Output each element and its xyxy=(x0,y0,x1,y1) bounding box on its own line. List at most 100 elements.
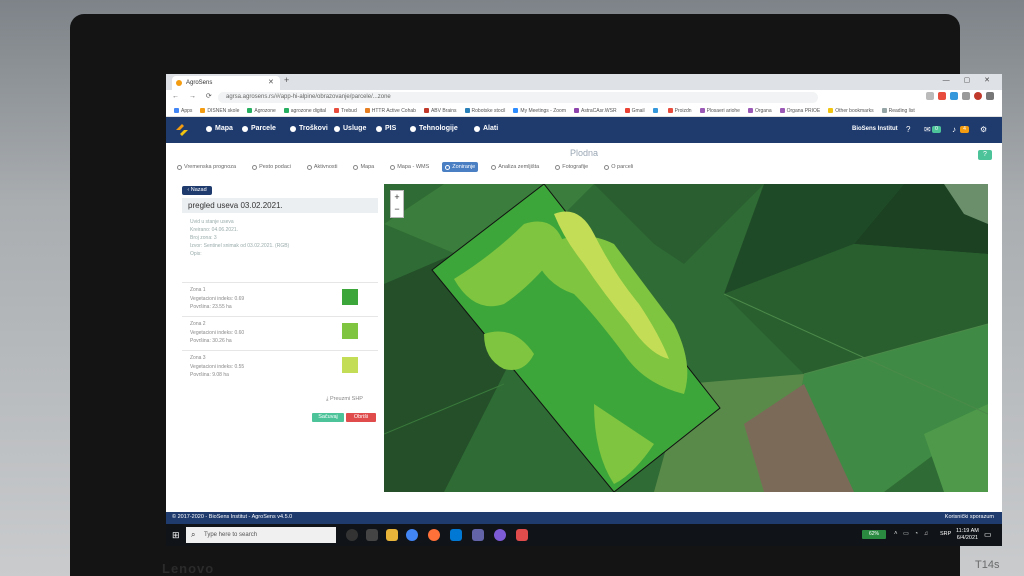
nav-item-alati[interactable]: Alati xyxy=(474,125,498,132)
tab-activities[interactable]: Aktivnosti xyxy=(304,162,341,172)
map-canvas[interactable] xyxy=(384,184,988,492)
url-input[interactable]: agrsa.agrosens.rs/#/app-hi-alpine/obrazo… xyxy=(218,92,818,103)
screen: AgroSens ✕ + — ▢ ✕ ← → ⟳ agrsa.agrosens.… xyxy=(166,74,1002,546)
globe-icon xyxy=(206,125,212,132)
zoom-in-button[interactable]: + xyxy=(391,191,403,203)
bookmark-item[interactable]: My Meetings - Zoom xyxy=(513,108,566,114)
info-line: Kreirano: 04.06.2021. xyxy=(190,227,239,233)
tab-about-parcel[interactable]: O parceli xyxy=(601,162,636,172)
bookmarks-bar: Apps DISNEN skole Agrozone agrozone digi… xyxy=(166,105,1002,117)
organization-name[interactable]: BioSens Institut xyxy=(852,126,898,132)
bookmark-item[interactable]: Organa xyxy=(747,108,772,114)
tab-photos[interactable]: Fotografije xyxy=(552,162,591,172)
bookmark-item[interactable]: HTTR Active Cohab xyxy=(364,108,416,114)
tab-weather[interactable]: Vremenska prognoza xyxy=(174,162,239,172)
tab-close-icon[interactable]: ✕ xyxy=(268,76,274,90)
page-title: Plodna xyxy=(569,148,599,158)
nav-item-pis[interactable]: PIS xyxy=(376,125,396,132)
nav-item-mapa[interactable]: Mapa xyxy=(206,125,233,132)
zone-color-swatch[interactable] xyxy=(342,357,358,373)
chrome-icon[interactable] xyxy=(406,529,418,541)
zone-item[interactable]: Zona 1 Vegetacioni indeks: 0.69 Površina… xyxy=(182,282,378,317)
bell-icon[interactable]: ♪ xyxy=(952,125,956,134)
flask-icon xyxy=(410,125,416,132)
tab-pesto[interactable]: Pesto podaci xyxy=(249,162,294,172)
task-view-icon[interactable] xyxy=(366,529,378,541)
zone-color-swatch[interactable] xyxy=(342,323,358,339)
new-tab-icon[interactable]: + xyxy=(284,75,289,85)
extension-icon[interactable] xyxy=(962,92,970,100)
bookmark-item[interactable]: AstraCAsr.WSR xyxy=(574,108,617,114)
export-shp-link[interactable]: ⤓ Preuzmi SHP xyxy=(326,396,363,403)
zone-item[interactable]: Zona 2 Vegetacioni indeks: 0.60 Površina… xyxy=(182,316,378,351)
zone-item[interactable]: Zona 3 Vegetacioni indeks: 0.55 Površina… xyxy=(182,350,378,385)
taskbar-search-input[interactable]: ⌕ Type here to search xyxy=(186,527,336,543)
bookmark-item[interactable]: DISNEN skole xyxy=(200,108,239,114)
nav-item-troskovi[interactable]: Troškovi xyxy=(290,125,328,132)
cloud-icon xyxy=(177,164,182,170)
clock-date: 6/4/2021 xyxy=(956,535,979,541)
help-icon[interactable]: ? xyxy=(906,125,910,134)
bookmark-item[interactable]: Other bookmarks xyxy=(828,108,874,114)
nav-buttons[interactable]: ← → ⟳ xyxy=(172,92,216,100)
copyright-text: © 2017-2020 - BioSens Institut - AgroSen… xyxy=(172,514,293,520)
messenger-icon[interactable] xyxy=(516,529,528,541)
back-button[interactable]: ‹ Nazad xyxy=(182,186,212,195)
gear-icon[interactable]: ⚙ xyxy=(980,125,987,134)
bookmark-item[interactable]: Trebud xyxy=(334,108,357,114)
bookmark-item[interactable]: Organa PRIOE xyxy=(779,108,820,114)
tab-map[interactable]: Mapa xyxy=(350,162,377,172)
tab-zoning[interactable]: Zoniranje xyxy=(442,162,479,172)
tools-icon xyxy=(474,125,480,132)
device-brand-logo: Lenovo xyxy=(162,561,215,576)
bookmark-item[interactable]: Gmail xyxy=(624,108,645,114)
zone-color-swatch[interactable] xyxy=(342,289,358,305)
windows-start-icon[interactable]: ⊞ xyxy=(172,530,180,541)
bookmark-item[interactable]: Robotske stocil xyxy=(464,108,505,114)
zone-index: Vegetacioni indeks: 0.60 xyxy=(190,330,245,336)
bookmark-item[interactable]: Apps xyxy=(174,108,192,114)
bookmark-item[interactable] xyxy=(652,108,660,113)
bookmark-item[interactable]: Plosaeri ariohe xyxy=(699,108,740,114)
browser-tab[interactable]: AgroSens ✕ xyxy=(172,76,280,90)
star-icon[interactable] xyxy=(926,92,934,100)
tab-soil-analysis[interactable]: Analiza zemljišta xyxy=(488,162,542,172)
teams-icon[interactable] xyxy=(472,529,484,541)
bookmark-item[interactable]: Reading list xyxy=(881,108,915,114)
taskbar-clock[interactable]: 11:19 AM 6/4/2021 xyxy=(956,528,979,542)
extension-icon[interactable] xyxy=(938,92,946,100)
firefox-icon[interactable] xyxy=(428,529,440,541)
satellite-map[interactable]: + − xyxy=(384,184,988,492)
bookmark-item[interactable]: Agrozone xyxy=(247,108,276,114)
bookmark-item[interactable]: ABV Brains xyxy=(423,108,457,114)
zoom-control[interactable]: + − xyxy=(390,190,404,218)
nav-item-usluge[interactable]: Usluge xyxy=(334,125,366,132)
zone-index: Vegetacioni indeks: 0.69 xyxy=(190,296,245,302)
bookmark-item[interactable]: Proizdn xyxy=(667,108,692,114)
zone-name: Zona 1 xyxy=(190,287,206,293)
search-icon: ⌕ xyxy=(191,530,196,539)
save-button[interactable]: Sačuvaj xyxy=(312,413,344,422)
system-tray-icons[interactable]: ˄ ▭ ◔ ♫ xyxy=(894,530,930,537)
battery-indicator[interactable]: 62% xyxy=(862,530,886,539)
viber-icon[interactable] xyxy=(494,529,506,541)
outlook-icon[interactable] xyxy=(450,529,462,541)
delete-button[interactable]: Obriši xyxy=(346,413,376,422)
cortana-icon[interactable] xyxy=(346,529,358,541)
chat-icon[interactable]: ✉ xyxy=(924,125,931,134)
terms-link[interactable]: Korisnički sporazum xyxy=(945,514,994,520)
app-logo-icon[interactable] xyxy=(174,122,190,138)
notifications-icon[interactable]: ▭ xyxy=(984,530,992,539)
extension-icon[interactable] xyxy=(950,92,958,100)
avatar[interactable] xyxy=(974,92,982,100)
language-indicator[interactable]: SRP xyxy=(940,531,951,537)
nav-item-tehnologije[interactable]: Tehnologije xyxy=(410,125,458,132)
help-button[interactable]: ? xyxy=(978,150,992,160)
tab-map-wms[interactable]: Mapa - WMS xyxy=(387,162,432,172)
menu-icon[interactable] xyxy=(986,92,994,100)
zoom-out-button[interactable]: − xyxy=(391,203,403,215)
bookmark-item[interactable]: agrozone digital xyxy=(283,108,326,114)
nav-item-parcele[interactable]: Parcele xyxy=(242,125,276,132)
file-explorer-icon[interactable] xyxy=(386,529,398,541)
window-controls[interactable]: — ▢ ✕ xyxy=(943,76,996,84)
